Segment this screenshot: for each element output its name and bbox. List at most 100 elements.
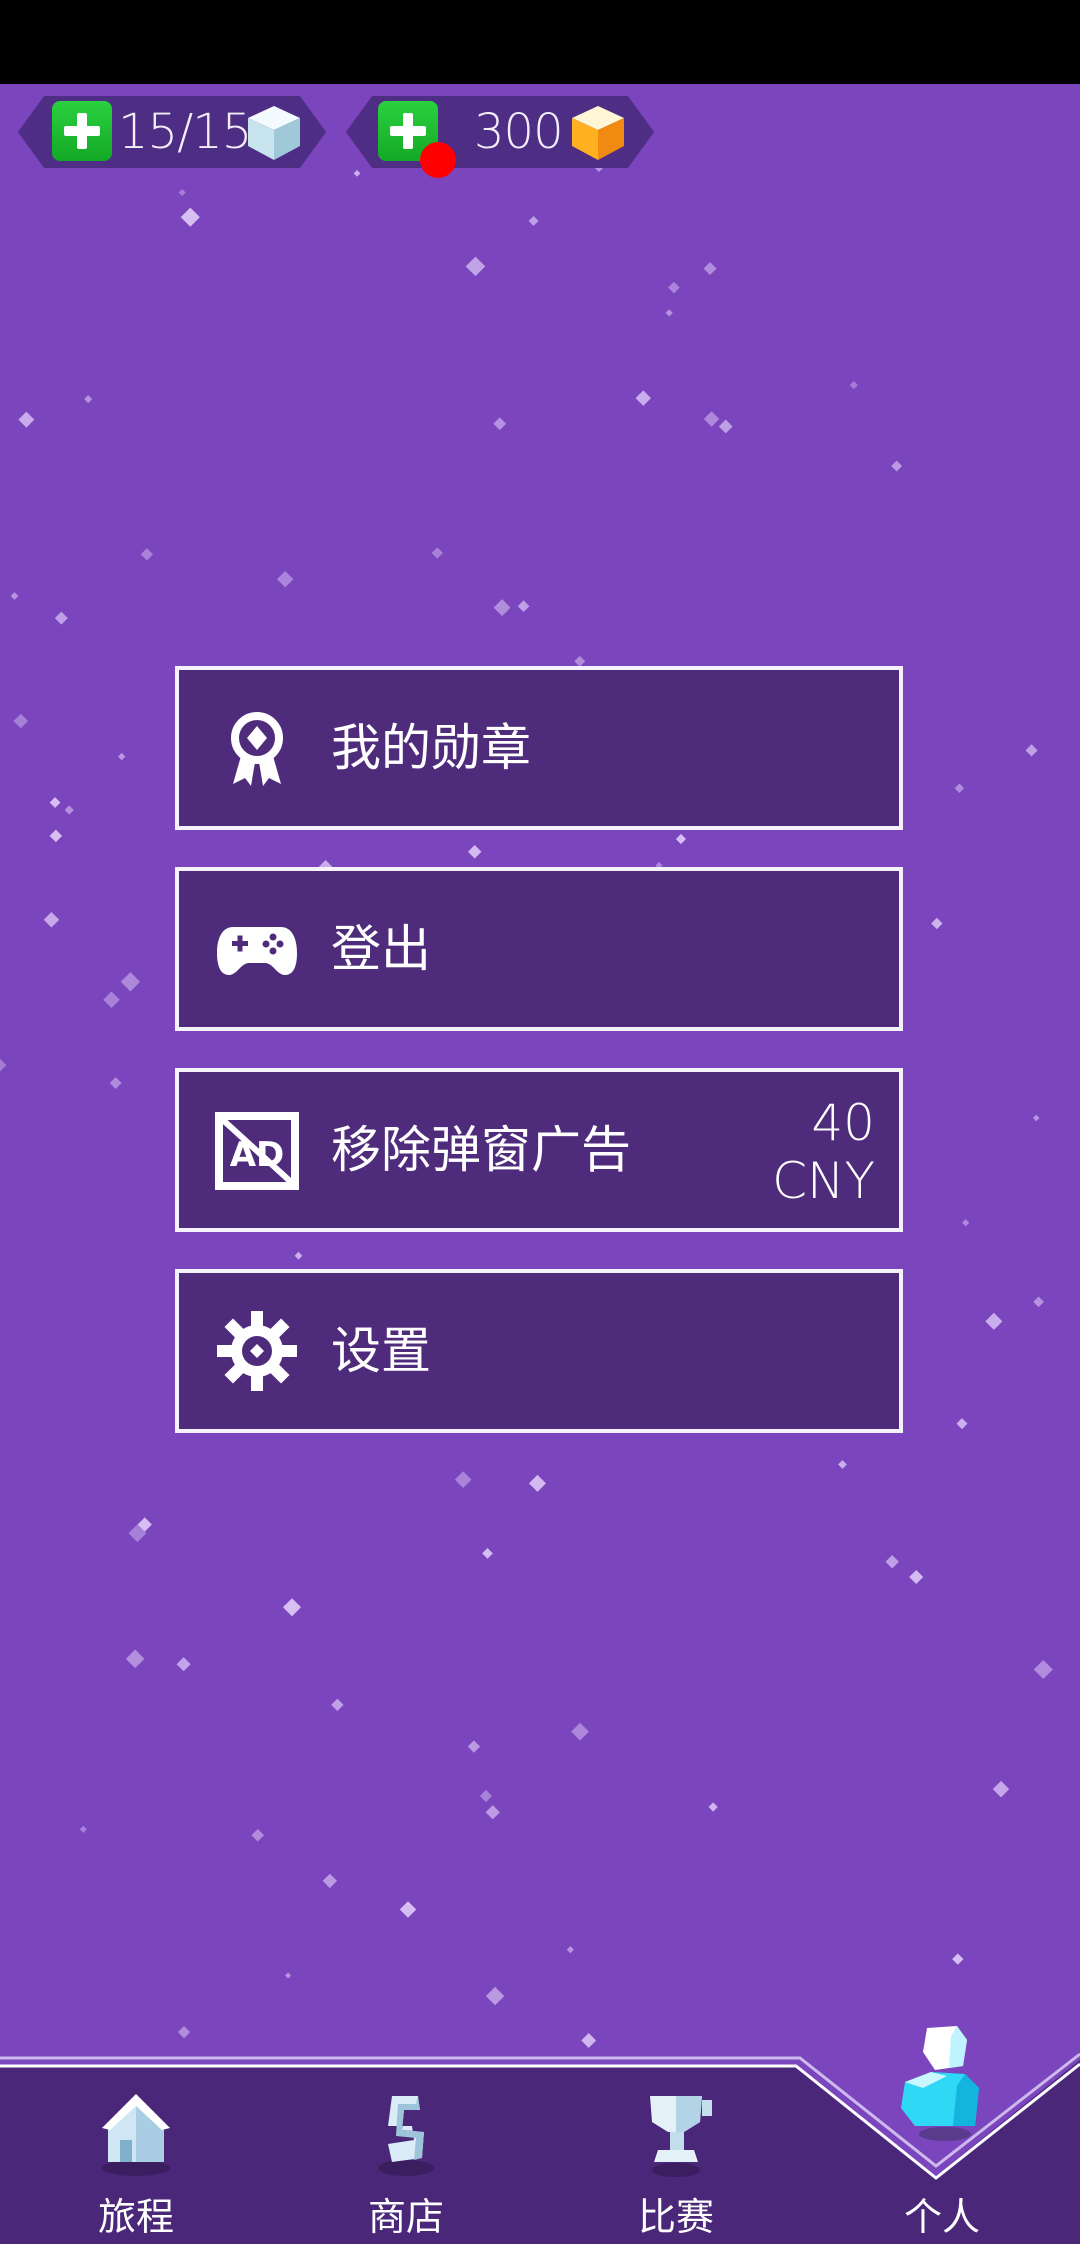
nav-shop[interactable]: 商店 <box>346 2050 466 2244</box>
snow-particle <box>485 1805 500 1820</box>
snow-particle <box>703 262 717 276</box>
snow-particle <box>566 1946 574 1954</box>
snow-particle <box>528 1474 546 1492</box>
snow-particle <box>18 411 35 428</box>
snow-particle <box>962 1219 970 1227</box>
snow-particle <box>517 600 530 613</box>
snow-particle <box>909 1570 924 1584</box>
snow-particle <box>479 1789 492 1803</box>
snow-particle <box>675 833 687 845</box>
menu-label: 登出 <box>331 920 431 978</box>
menu-item-remove-ads[interactable]: AD 移除弹窗广告 40 CNY <box>175 1068 903 1232</box>
gold-cube-icon <box>568 102 628 162</box>
snow-particle <box>838 1460 847 1469</box>
snow-particle <box>276 570 294 588</box>
nav-label: 旅程 <box>97 2195 174 2239</box>
snow-particle <box>467 844 482 859</box>
notification-dot <box>420 142 456 178</box>
snow-particle <box>954 783 965 794</box>
svg-text:AD: AD <box>230 1135 285 1175</box>
snow-particle <box>454 1471 472 1488</box>
snow-particle <box>140 548 154 561</box>
snow-particle <box>528 216 539 226</box>
add-lives-button[interactable] <box>52 101 112 161</box>
snow-particle <box>251 1828 265 1842</box>
snow-particle <box>322 1873 338 1889</box>
snow-particle <box>708 1802 718 1812</box>
snow-particle <box>54 611 68 625</box>
nav-label: 商店 <box>367 2195 444 2239</box>
snow-particle <box>668 281 680 294</box>
snow-particle <box>665 309 673 317</box>
snow-particle <box>49 829 63 843</box>
snow-particle <box>849 380 858 390</box>
snow-particle <box>109 1077 122 1089</box>
gems-value: 300 <box>474 104 563 160</box>
menu-label: 设置 <box>331 1322 431 1380</box>
snow-particle <box>43 912 60 928</box>
snow-particle <box>718 419 733 434</box>
snow-particle <box>294 1251 303 1260</box>
nav-match[interactable]: 比赛 <box>616 2050 736 2244</box>
snow-particle <box>571 1722 589 1741</box>
snow-particle <box>353 169 361 177</box>
snow-particle <box>992 1780 1010 1798</box>
medal-icon <box>231 712 283 786</box>
snow-particle <box>0 1058 7 1072</box>
nav-label: 比赛 <box>637 2195 714 2239</box>
status-bar <box>0 0 1080 84</box>
nav-journey[interactable]: 旅程 <box>76 2050 196 2244</box>
menu-item-settings[interactable]: 设置 <box>175 1269 903 1433</box>
snow-particle <box>49 797 61 808</box>
price-currency: CNY <box>772 1152 875 1210</box>
lives-counter: 15/15 <box>18 96 326 168</box>
snow-particle <box>485 1986 505 2006</box>
menu-item-badges[interactable]: 我的勋章 <box>175 666 903 830</box>
snow-particle <box>482 1548 493 1559</box>
menu-label: 我的勋章 <box>331 719 531 777</box>
snow-particle <box>13 713 29 729</box>
snow-particle <box>952 1953 964 1965</box>
shop-icon <box>378 2096 434 2176</box>
snow-particle <box>581 2033 597 2048</box>
snow-particle <box>285 1972 292 1979</box>
snow-particle <box>10 592 19 600</box>
price-amount: 40 <box>811 1094 875 1152</box>
snow-particle <box>931 917 943 930</box>
nav-profile[interactable]: 个人 <box>882 2026 1002 2244</box>
snow-particle <box>176 1657 191 1672</box>
gear-icon <box>217 1311 297 1391</box>
snow-particle <box>128 1524 147 1543</box>
snow-particle <box>331 1698 344 1712</box>
snow-particle <box>117 752 126 761</box>
snow-particle <box>120 972 141 992</box>
snow-particle <box>180 207 200 227</box>
snow-particle <box>1025 744 1038 757</box>
menu-item-logout[interactable]: 登出 <box>175 867 903 1031</box>
trophy-icon <box>650 2096 712 2177</box>
snow-particle <box>103 991 120 1008</box>
house-icon <box>102 2094 170 2176</box>
gamepad-icon <box>217 927 297 975</box>
snow-particle <box>467 1740 481 1753</box>
snow-particle <box>177 2025 191 2039</box>
person-icon <box>901 2026 979 2141</box>
snow-particle <box>178 188 186 197</box>
snow-particle <box>282 1598 301 1617</box>
snow-particle <box>493 599 511 617</box>
no-ads-icon: AD <box>215 1112 299 1190</box>
snow-particle <box>1033 1296 1044 1308</box>
snow-particle <box>956 1418 968 1430</box>
snow-particle <box>64 805 74 815</box>
snow-particle <box>493 417 507 431</box>
snow-particle <box>985 1312 1003 1330</box>
gems-counter: 300 <box>346 96 654 168</box>
nav-label: 个人 <box>903 2195 980 2239</box>
snow-particle <box>703 411 720 427</box>
snow-particle <box>125 1649 145 1669</box>
snow-particle <box>1033 1659 1053 1679</box>
bottom-nav: 旅程 商店 比赛 个人 <box>0 2026 1080 2244</box>
snow-particle <box>79 1825 87 1833</box>
snow-particle <box>137 1517 152 1532</box>
snow-particle <box>891 460 903 472</box>
